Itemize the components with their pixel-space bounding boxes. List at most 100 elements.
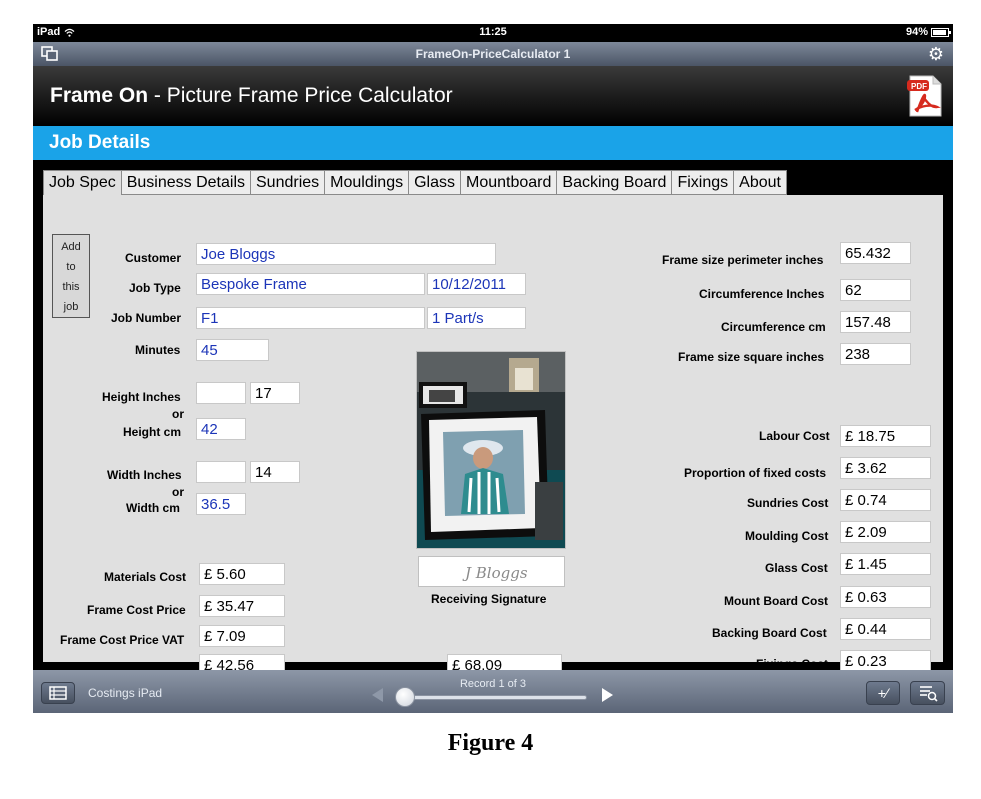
materials-cost-field: £ 5.60 xyxy=(199,563,285,585)
ipad-screen: iPad 11:25 94% FrameOn-PriceCalculator 1… xyxy=(33,24,953,713)
next-record-icon[interactable] xyxy=(602,688,613,702)
job-date-field[interactable]: 10/12/2011 xyxy=(427,273,526,295)
customer-label: Customer xyxy=(125,251,182,265)
signature-image: J Bloggs xyxy=(462,564,528,582)
tab-job-spec[interactable]: Job Spec xyxy=(43,170,121,196)
labour-cost-field: £ 18.75 xyxy=(840,425,931,447)
height-inches-field[interactable] xyxy=(196,382,246,404)
width-cm-field[interactable]: 36.5 xyxy=(196,493,246,515)
circumference-inches-field: 62 xyxy=(840,279,911,301)
tab-mountboard[interactable]: Mountboard xyxy=(460,170,557,195)
clock: 11:25 xyxy=(479,26,507,38)
customer-field[interactable]: Joe Bloggs xyxy=(196,243,496,265)
add-button-line: this xyxy=(62,281,80,293)
tab-glass[interactable]: Glass xyxy=(408,170,460,195)
battery-percent: 94% xyxy=(905,26,928,38)
bottom-toolbar: Costings iPad Record 1 of 3 +⁄ xyxy=(33,670,953,713)
gear-icon[interactable]: ⚙ xyxy=(927,45,945,63)
previous-record-icon[interactable] xyxy=(372,688,383,702)
width-inches-label: Width Inches xyxy=(107,468,182,482)
circumference-cm-field: 157.48 xyxy=(840,311,911,333)
fixed-costs-label: Proportion of fixed costs xyxy=(684,466,827,480)
app-title: FrameOn-PriceCalculator 1 xyxy=(415,47,571,61)
tab-mouldings[interactable]: Mouldings xyxy=(324,170,409,195)
figure-caption: Figure 4 xyxy=(447,730,534,756)
pdf-icon-label: PDF xyxy=(911,82,927,91)
parts-field[interactable]: 1 Part/s xyxy=(427,307,526,329)
find-button[interactable] xyxy=(910,681,945,705)
find-icon xyxy=(920,686,938,702)
frame-cost-vat-label: Frame Cost Price VAT xyxy=(60,633,185,647)
tab-fixings[interactable]: Fixings xyxy=(671,170,734,195)
signature-box[interactable]: J Bloggs xyxy=(418,556,565,587)
tab-backing-board[interactable]: Backing Board xyxy=(556,170,672,195)
mount-board-cost-field: £ 0.63 xyxy=(840,586,931,608)
pdf-icon[interactable]: PDF xyxy=(907,74,943,118)
job-type-label: Job Type xyxy=(129,281,181,295)
glass-cost-field: £ 1.45 xyxy=(840,553,931,575)
record-slider[interactable] xyxy=(401,695,587,700)
add-button-line: job xyxy=(63,301,79,313)
width-inches-field[interactable] xyxy=(196,461,246,483)
page-title-rest: - Picture Frame Price Calculator xyxy=(148,84,453,107)
add-button-line: Add xyxy=(61,241,81,253)
moulding-cost-field: £ 2.09 xyxy=(840,521,931,543)
job-type-field[interactable]: Bespoke Frame xyxy=(196,273,425,295)
minutes-field[interactable]: 45 xyxy=(196,339,269,361)
app-title-bar: FrameOn-PriceCalculator 1 ⚙ xyxy=(33,42,953,66)
materials-cost-label: Materials Cost xyxy=(104,570,187,584)
tab-strip: Job Spec Business Details Sundries Mould… xyxy=(43,170,787,196)
app-header: Frame On - Picture Frame Price Calculato… xyxy=(33,66,953,126)
height-cm-label: Height cm xyxy=(123,425,182,439)
framed-picture-image xyxy=(417,352,565,548)
perimeter-field: 65.432 xyxy=(840,242,911,264)
circumference-cm-label: Circumference cm xyxy=(721,320,826,334)
status-bar: iPad 11:25 94% xyxy=(33,24,953,42)
fixings-cost-field: £ 0.23 xyxy=(840,650,931,672)
add-to-job-button[interactable]: Add to this job xyxy=(52,234,90,318)
height-cm-field[interactable]: 42 xyxy=(196,418,246,440)
battery-icon xyxy=(931,27,951,37)
tab-business-details[interactable]: Business Details xyxy=(120,170,250,195)
job-number-label: Job Number xyxy=(111,311,182,325)
glass-cost-label: Glass Cost xyxy=(765,561,828,575)
record-slider-knob[interactable] xyxy=(395,687,415,707)
height-inches-label: Height Inches xyxy=(102,390,181,404)
sundries-cost-label: Sundries Cost xyxy=(747,496,829,510)
page-title: Frame On - Picture Frame Price Calculato… xyxy=(50,84,453,108)
section-title: Job Details xyxy=(49,132,151,153)
tab-sundries[interactable]: Sundries xyxy=(250,170,325,195)
job-number-field[interactable]: F1 xyxy=(196,307,425,329)
height-inches-calc-field: 17 xyxy=(250,382,300,404)
backing-board-cost-label: Backing Board Cost xyxy=(712,626,827,640)
add-button-line: to xyxy=(66,261,76,273)
job-photo[interactable] xyxy=(416,351,566,549)
width-inches-calc-field: 14 xyxy=(250,461,300,483)
backing-board-cost-field: £ 0.44 xyxy=(840,618,931,640)
or-label: or xyxy=(172,407,184,421)
frame-cost-price-field: £ 35.47 xyxy=(199,595,285,617)
fixings-cost-label: Fixings Cost xyxy=(756,657,829,671)
width-cm-label: Width cm xyxy=(126,501,180,515)
signature-text: J Bloggs xyxy=(462,564,528,582)
mount-board-cost-label: Mount Board Cost xyxy=(724,594,828,608)
sundries-cost-field: £ 0.74 xyxy=(840,489,931,511)
circumference-inches-label: Circumference Inches xyxy=(699,287,825,301)
frame-cost-vat-field: £ 7.09 xyxy=(199,625,285,647)
battery-group: 94% xyxy=(905,26,951,38)
tab-about[interactable]: About xyxy=(733,170,787,195)
frame-cost-price-label: Frame Cost Price xyxy=(87,603,186,617)
fixed-costs-field: £ 3.62 xyxy=(840,457,931,479)
moulding-cost-label: Moulding Cost xyxy=(745,529,829,543)
square-inches-label: Frame size square inches xyxy=(678,350,825,364)
record-indicator: Record 1 of 3 xyxy=(459,678,527,690)
square-inches-field: 238 xyxy=(840,343,911,365)
minutes-label: Minutes xyxy=(135,343,181,357)
section-bar: Job Details xyxy=(33,126,953,160)
or-label: or xyxy=(172,485,184,499)
page-title-bold: Frame On xyxy=(50,84,149,107)
perimeter-label: Frame size perimeter inches xyxy=(662,253,824,267)
receiving-signature-label: Receiving Signature xyxy=(431,592,547,606)
labour-cost-label: Labour Cost xyxy=(759,429,830,443)
new-record-icon[interactable]: +⁄ xyxy=(866,681,900,705)
